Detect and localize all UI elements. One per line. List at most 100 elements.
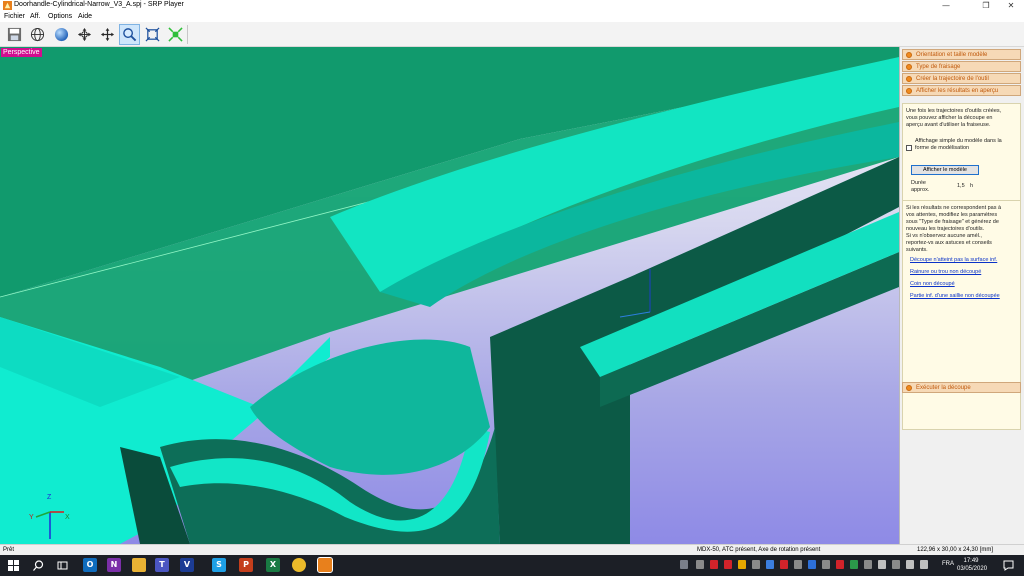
excel-icon[interactable]: X [266,558,280,572]
notifications-icon[interactable] [1003,560,1014,571]
tray-icon[interactable] [822,560,830,569]
status-dimensions: 122,96 x 30,00 x 24,30 [mm] [917,547,994,553]
view-mode-label: Perspective [1,48,42,57]
3d-viewport[interactable]: Z Y X Perspective [0,47,899,544]
show-model-button[interactable]: Afficher le modèle [911,165,979,175]
tray-icon[interactable] [724,560,732,569]
advice-line: suivants. [906,247,928,253]
fit-window-button[interactable] [142,24,163,45]
gizmo-y-label: Y [29,514,34,521]
windows-start-icon[interactable] [8,560,19,571]
intro-line: aperçu avant d'utiliser la fraiseuse. [906,122,991,128]
save-button[interactable] [4,24,25,45]
fit-window-icon [145,27,160,42]
step-orientation[interactable]: Orientation et taille modèle [902,49,1021,60]
checkbox-label: forme de modélisation [915,145,970,151]
tip-link-surface[interactable]: Découpe n'atteint pas la surface inf. [910,257,997,263]
workflow-panel: Orientation et taille modèle Type de fra… [899,47,1024,544]
srp-player-taskbar-icon[interactable] [317,557,333,573]
step-dot-icon [906,385,912,391]
volume-icon[interactable] [920,560,928,569]
menu-aide[interactable]: Aide [78,13,92,20]
menu-affichage[interactable]: Aff. [30,13,40,20]
step-label: Afficher les résultats en aperçu [916,88,999,94]
fit-selection-button[interactable] [165,24,186,45]
step-label: Type de fraisage [916,64,961,70]
step-milling-type[interactable]: Type de fraisage [902,61,1021,72]
tray-chevron-icon[interactable] [680,560,688,569]
save-icon [7,27,22,42]
step-dot-icon [906,52,912,58]
step-toolpath[interactable]: Créer la trajectoire de l'outil [902,73,1021,84]
title-bar: Doorhandle-Cylindrical-Narrow_V3_A.spj -… [0,0,1024,11]
duration-value: 1,5 [957,183,965,189]
tray-icon[interactable] [780,560,788,569]
step-execute-cut[interactable]: Exécuter la découpe [902,382,1021,393]
advice-line: Si les résultats ne correspondent pas à [906,205,1002,211]
pan-button[interactable] [97,24,118,45]
shaded-view-button[interactable] [51,24,72,45]
intro-line: Une fois les trajectoires d'outils créée… [906,108,1002,114]
gizmo-x-label: X [65,514,70,521]
tray-icon[interactable] [850,560,858,569]
gizmo-z-label: Z [47,494,52,501]
zoom-button[interactable] [119,24,140,45]
search-icon[interactable] [33,560,44,571]
tray-icon[interactable] [752,560,760,569]
file-explorer-icon[interactable] [132,558,146,572]
task-view-icon[interactable] [57,560,68,571]
tip-link-overhang[interactable]: Partie inf. d'une saillie non découpée [910,293,1000,299]
teams-icon[interactable]: T [155,558,169,572]
step-label: Créer la trajectoire de l'outil [916,76,989,82]
tip-link-corner[interactable]: Coin non découpé [910,281,955,287]
duration-label: approx. [911,187,930,193]
restore-icon[interactable]: ❐ [975,0,997,11]
network-icon[interactable] [878,560,886,569]
skype-icon[interactable]: S [212,558,226,572]
menu-bar: Fichier Aff. Options Aide [0,11,1024,22]
tray-icon[interactable] [766,560,774,569]
pan-icon [100,27,115,42]
tray-icon[interactable] [710,560,718,569]
simple-display-checkbox[interactable] [906,145,912,151]
sphere-icon [54,27,69,42]
status-machine: MDX-50, ATC présent, Axe de rotation pré… [697,547,821,553]
step-dot-icon [906,76,912,82]
menu-fichier[interactable]: Fichier [4,13,25,20]
clock-date: 03/05/2020 [957,566,988,572]
minimize-icon[interactable]: — [935,0,957,11]
vpn-icon[interactable]: V [180,558,194,572]
clock-time: 17:49 [963,558,979,564]
advice-line: reportez-vs aux astuces et conseils [906,240,992,246]
tip-link-groove[interactable]: Rainure ou trou non découpé [910,269,981,275]
chrome-icon[interactable] [292,558,306,572]
step-preview-results[interactable]: Afficher les résultats en aperçu [902,85,1021,96]
tray-icon[interactable] [738,560,746,569]
battery-icon[interactable] [906,560,914,569]
menu-options[interactable]: Options [48,13,72,20]
checkbox-label: Affichage simple du modèle dans la [915,138,1002,144]
status-ready: Prêt [3,547,15,553]
taskbar: O N T V S P X FRA 17:49 03/05/2020 [0,555,1024,576]
tray-icon[interactable] [696,560,704,569]
taskbar-clock[interactable]: 17:49 03/05/2020 [957,557,988,573]
tray-icon[interactable] [836,560,844,569]
model-preview[interactable]: Z Y X [0,47,899,544]
wireframe-view-button[interactable] [27,24,48,45]
close-icon[interactable]: ✕ [1000,0,1022,11]
tray-icon[interactable] [892,560,900,569]
input-language[interactable]: FRA [942,561,954,567]
tray-icon[interactable] [794,560,802,569]
tray-icon[interactable] [864,560,872,569]
preview-info-box: Une fois les trajectoires d'outils créée… [902,103,1021,430]
onenote-icon[interactable]: N [107,558,121,572]
step-dot-icon [906,64,912,70]
status-bar: Prêt MDX-50, ATC présent, Axe de rotatio… [0,544,1024,555]
advice-line: vos attentes, modifiez les paramètres [906,212,998,218]
step-label: Orientation et taille modèle [916,52,988,58]
powerpoint-icon[interactable]: P [239,558,253,572]
fit-selection-icon [168,27,183,42]
rotate-move-button[interactable] [74,24,95,45]
outlook-icon[interactable]: O [83,558,97,572]
tray-icon[interactable] [808,560,816,569]
